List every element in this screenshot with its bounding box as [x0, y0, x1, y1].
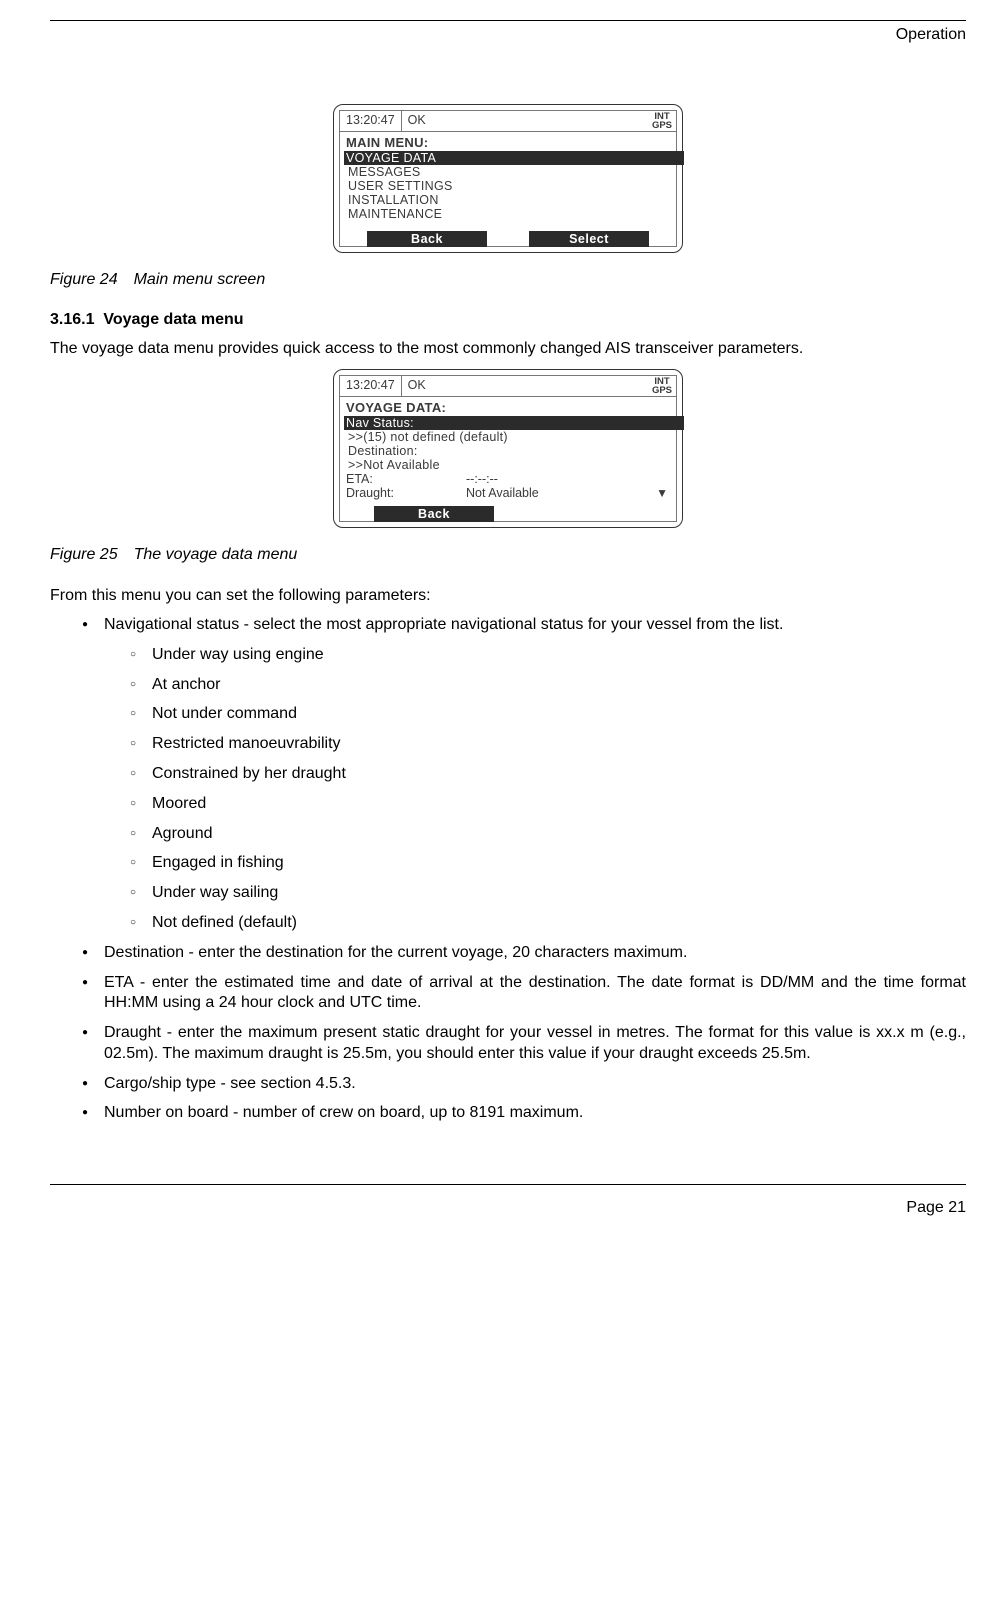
page-number: Page 21: [50, 1199, 966, 1217]
list-item: Under way sailing: [130, 883, 966, 904]
draught-label[interactable]: Draught:: [346, 486, 466, 500]
screen2-title: VOYAGE DATA:: [346, 400, 670, 415]
nav-status-options: Under way using engine At anchor Not und…: [130, 645, 966, 934]
draught-value: Not Available: [466, 486, 656, 500]
section-heading: 3.16.1 Voyage data menu: [50, 311, 966, 329]
menu-item-voyage-data[interactable]: VOYAGE DATA: [344, 151, 684, 165]
menu-item-maintenance[interactable]: MAINTENANCE: [346, 207, 670, 221]
screen1-title: MAIN MENU:: [346, 135, 670, 150]
list-item: Draught - enter the maximum present stat…: [82, 1023, 966, 1065]
eta-label[interactable]: ETA:: [346, 472, 466, 486]
nav-status-value: >>(15) not defined (default): [346, 430, 670, 444]
list-item: Under way using engine: [130, 645, 966, 666]
screen2-gps: INT GPS: [648, 376, 676, 396]
menu-item-installation[interactable]: INSTALLATION: [346, 193, 670, 207]
paragraph-intro: The voyage data menu provides quick acce…: [50, 339, 966, 359]
back-button[interactable]: Back: [374, 506, 494, 522]
list-item: Aground: [130, 824, 966, 845]
list-item: Not defined (default): [130, 913, 966, 934]
scroll-down-icon[interactable]: ▼: [656, 486, 668, 500]
destination-value: >>Not Available: [346, 458, 670, 472]
figure-24-caption: Figure 24Main menu screen: [50, 271, 966, 289]
eta-value: --:--:--: [466, 472, 498, 486]
screen1-time: 13:20:47: [340, 111, 402, 131]
destination-label[interactable]: Destination:: [346, 444, 670, 458]
screen1-gps: INT GPS: [648, 111, 676, 131]
paragraph-params: From this menu you can set the following…: [50, 586, 966, 606]
menu-item-user-settings[interactable]: USER SETTINGS: [346, 179, 670, 193]
list-item: Navigational status - select the most ap…: [82, 615, 966, 934]
list-item: Engaged in fishing: [130, 853, 966, 874]
list-item: Number on board - number of crew on boar…: [82, 1103, 966, 1124]
screen2-status: OK: [402, 376, 648, 396]
list-item: Restricted manoeuvrability: [130, 734, 966, 755]
list-item: ETA - enter the estimated time and date …: [82, 973, 966, 1015]
header-section: Operation: [50, 26, 966, 44]
screen1-status: OK: [402, 111, 648, 131]
list-item: Destination - enter the destination for …: [82, 943, 966, 964]
figure-24-screenshot: 13:20:47 OK INT GPS MAIN MENU: VOYAGE DA…: [50, 104, 966, 253]
screen2-time: 13:20:47: [340, 376, 402, 396]
nav-status-label[interactable]: Nav Status:: [344, 416, 684, 430]
back-button[interactable]: Back: [367, 231, 487, 247]
menu-item-messages[interactable]: MESSAGES: [346, 165, 670, 179]
list-item: Moored: [130, 794, 966, 815]
list-item: At anchor: [130, 675, 966, 696]
list-item: Not under command: [130, 704, 966, 725]
figure-25-screenshot: 13:20:47 OK INT GPS VOYAGE DATA: Nav Sta…: [50, 369, 966, 528]
parameter-list: Navigational status - select the most ap…: [82, 615, 966, 1124]
list-item: Cargo/ship type - see section 4.5.3.: [82, 1074, 966, 1095]
select-button[interactable]: Select: [529, 231, 649, 247]
figure-25-caption: Figure 25The voyage data menu: [50, 546, 966, 564]
list-item: Constrained by her draught: [130, 764, 966, 785]
